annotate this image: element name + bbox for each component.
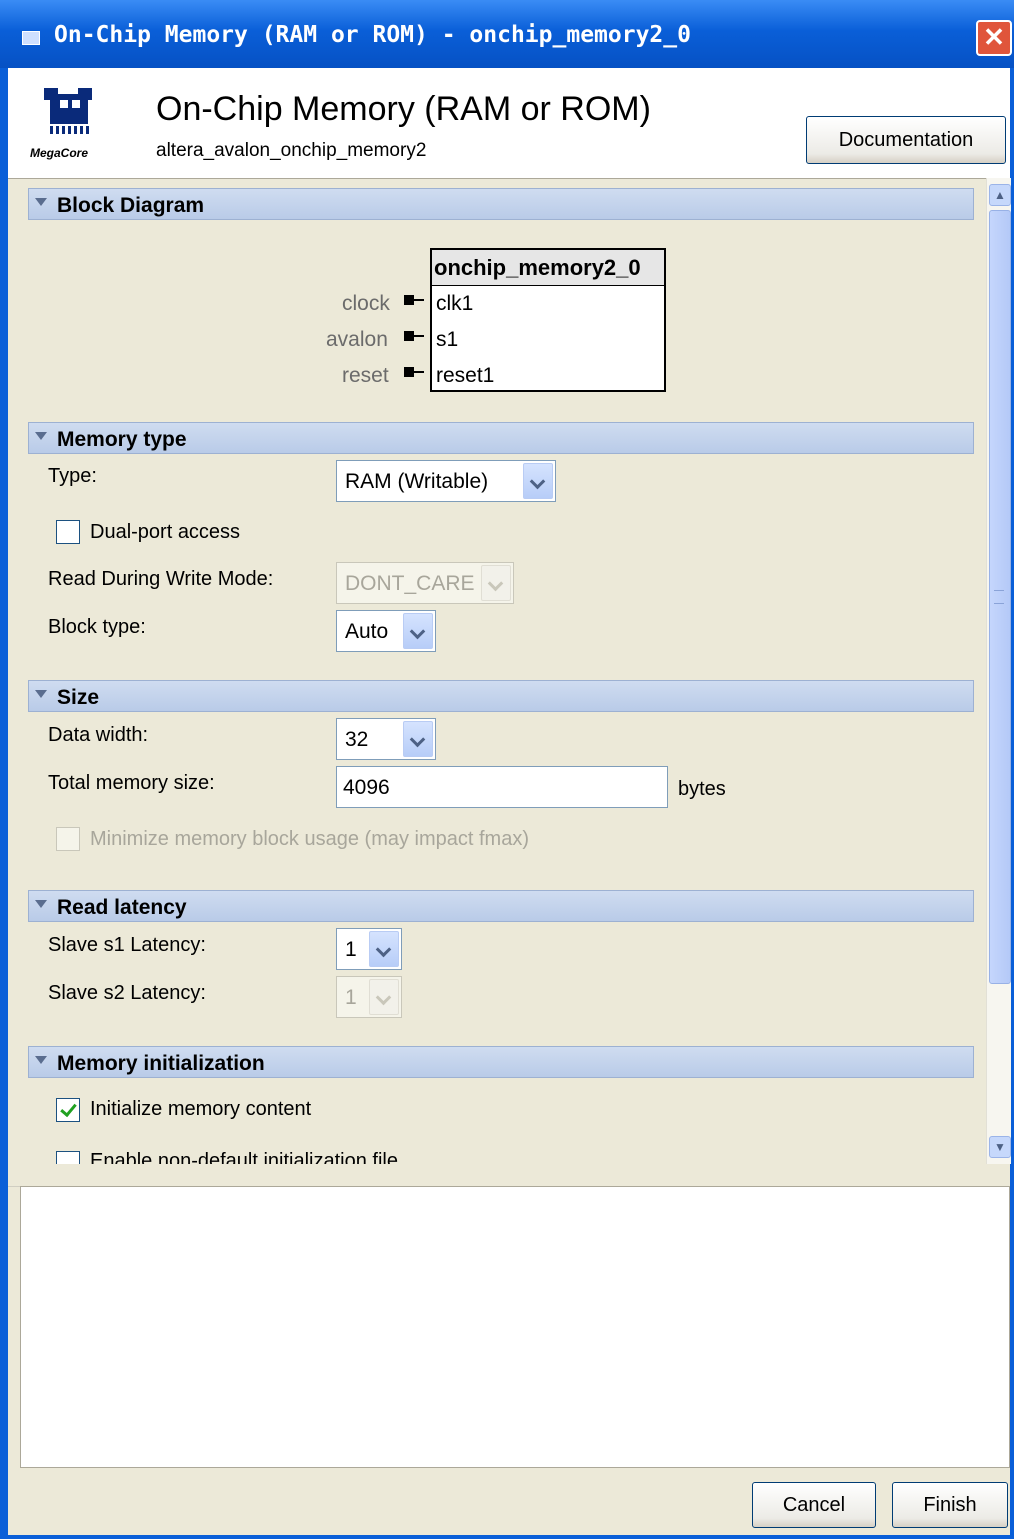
init-content-checkbox[interactable] [56,1098,80,1122]
port-pin-icon [404,331,424,341]
section-size[interactable]: Size [28,680,974,712]
section-memory-type[interactable]: Memory type [28,422,974,454]
port-reset1: reset1 [436,364,495,387]
s1-latency-select[interactable]: 1 [336,928,402,970]
section-memory-initialization[interactable]: Memory initialization [28,1046,974,1078]
init-content-label[interactable]: Initialize memory content [90,1098,311,1121]
total-size-input[interactable]: 4096 [336,766,668,808]
port-pin-icon [404,295,424,305]
section-label: Memory initialization [57,1052,265,1075]
window-title: On-Chip Memory (RAM or ROM) - onchip_mem… [54,22,691,48]
dual-port-label[interactable]: Dual-port access [90,521,240,544]
section-label: Read latency [57,896,187,919]
rdw-mode-select: DONT_CARE [336,562,514,604]
chevron-down-icon [369,979,399,1015]
port-interface-clock: clock [342,292,390,315]
scroll-down-icon[interactable]: ▼ [989,1136,1011,1158]
megacore-logo: MegaCore [30,86,116,166]
block-type-label: Block type: [48,616,146,638]
component-name: onchip_memory2_0 [432,250,664,286]
megacore-logo-icon [44,88,92,134]
s2-latency-label: Slave s2 Latency: [48,982,206,1004]
section-read-latency[interactable]: Read latency [28,890,974,922]
vertical-scrollbar[interactable]: ▲ ▼ [986,178,1011,1164]
s1-latency-value: 1 [345,938,357,961]
splitter[interactable] [8,1164,1010,1187]
type-label: Type: [48,465,97,487]
section-block-diagram[interactable]: Block Diagram [28,188,974,220]
cancel-button[interactable]: Cancel [752,1482,876,1528]
s1-latency-label: Slave s1 Latency: [48,934,206,956]
collapse-triangle-icon[interactable] [35,690,47,698]
chevron-down-icon[interactable] [403,613,433,649]
section-label: Size [57,686,100,709]
block-type-value: Auto [345,620,389,643]
chevron-down-icon[interactable] [523,463,553,499]
type-select[interactable]: RAM (Writable) [336,460,556,502]
nondefault-init-checkbox[interactable] [56,1151,80,1164]
collapse-triangle-icon[interactable] [35,1056,47,1064]
chevron-down-icon [481,565,511,601]
title-bar[interactable]: On-Chip Memory (RAM or ROM) - onchip_mem… [0,0,1014,68]
documentation-button[interactable]: Documentation [806,116,1006,164]
data-width-select[interactable]: 32 [336,718,436,760]
message-area [20,1186,1010,1468]
page-title: On-Chip Memory (RAM or ROM) [156,90,651,128]
chevron-down-icon[interactable] [369,931,399,967]
section-label: Memory type [57,428,187,451]
close-button[interactable]: ✕ [976,20,1012,56]
window-icon [22,31,40,45]
port-clk1: clk1 [436,292,474,315]
port-interface-avalon: avalon [326,328,388,351]
page-subtitle: altera_avalon_onchip_memory2 [156,140,427,161]
clipped-row: Enable non-default initialization file [8,1140,986,1164]
port-s1: s1 [436,328,459,351]
data-width-label: Data width: [48,724,149,746]
total-size-unit: bytes [678,778,726,800]
block-type-select[interactable]: Auto [336,610,436,652]
logo-caption: MegaCore [30,146,89,160]
collapse-triangle-icon[interactable] [35,432,47,440]
s2-latency-value: 1 [345,986,357,1009]
total-size-value: 4096 [343,776,390,799]
dual-port-checkbox[interactable] [56,520,80,544]
port-interface-reset: reset [342,364,389,387]
data-width-value: 32 [345,728,369,751]
finish-button[interactable]: Finish [892,1482,1008,1528]
nondefault-init-label[interactable]: Enable non-default initialization file [90,1150,398,1164]
collapse-triangle-icon[interactable] [35,198,47,206]
section-label: Block Diagram [57,194,205,217]
minimize-block-label: Minimize memory block usage (may impact … [90,828,529,850]
chevron-down-icon[interactable] [403,721,433,757]
type-select-value: RAM (Writable) [345,470,489,493]
port-pin-icon [404,367,424,377]
scroll-up-icon[interactable]: ▲ [989,184,1011,206]
rdw-mode-value: DONT_CARE [345,572,475,595]
s2-latency-select: 1 [336,976,402,1018]
scroll-grip-icon [994,590,1004,604]
total-size-label: Total memory size: [48,772,215,794]
minimize-block-checkbox [56,827,80,851]
rdw-mode-label: Read During Write Mode: [48,568,274,590]
collapse-triangle-icon[interactable] [35,900,47,908]
